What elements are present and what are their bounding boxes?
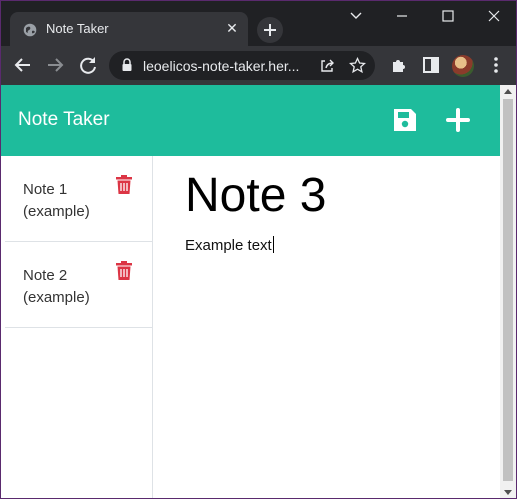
extensions-icon[interactable] [388,54,410,76]
note-title-input[interactable]: Note 3 [185,168,326,223]
notes-list: Note 1 (example) Note 2 (example) [1,156,153,498]
url-text: leoelicos-note-taker.her... [143,58,300,74]
plus-icon [264,24,276,36]
forward-icon[interactable] [44,54,66,76]
note-title: Note 1 (example) [23,181,90,220]
close-icon[interactable]: ✕ [224,20,240,36]
new-tab-button[interactable] [257,17,283,43]
scrollbar[interactable] [500,85,516,498]
new-note-icon[interactable] [445,107,471,133]
browser-window: Note Taker ✕ leoelicos-note-taker.her...… [0,0,517,499]
maximize-button[interactable] [425,1,471,31]
navbar: Note Taker [1,85,500,156]
tab-strip: Note Taker ✕ [1,1,516,46]
note-title: Note 2 (example) [23,267,90,306]
list-item[interactable]: Note 2 (example) [5,242,152,328]
back-icon[interactable] [12,54,34,76]
menu-kebab-icon[interactable] [485,54,507,76]
save-note-icon[interactable] [392,107,418,133]
text-caret [272,236,274,253]
minimize-button[interactable] [379,1,425,31]
browser-tab[interactable]: Note Taker ✕ [10,12,248,46]
note-text-input[interactable]: Example text [185,236,274,254]
minimize-icon [397,15,407,17]
side-panel-icon[interactable] [420,54,442,76]
share-icon[interactable] [319,57,336,74]
maximize-icon [442,10,454,22]
chevron-down-icon [350,12,362,19]
address-bar[interactable]: leoelicos-note-taker.her... [109,51,375,80]
reload-icon[interactable] [77,54,99,76]
avatar[interactable] [452,55,474,77]
globe-icon [23,23,37,37]
browser-toolbar: leoelicos-note-taker.her... [1,46,516,85]
trash-icon[interactable] [116,175,132,194]
window-close-button[interactable] [471,1,516,31]
star-icon[interactable] [349,57,366,74]
trash-icon[interactable] [116,261,132,280]
scroll-up-arrow[interactable] [504,89,512,94]
scroll-down-arrow[interactable] [504,490,512,495]
brand-title[interactable]: Note Taker [18,109,110,131]
page-content: Note Taker Note 1 (example) Note 2 (exam… [1,85,500,498]
scrollbar-thumb[interactable] [503,99,513,481]
tab-search-button[interactable] [333,1,379,31]
list-item[interactable]: Note 1 (example) [5,156,152,242]
lock-icon[interactable] [121,58,133,72]
window-close-icon [488,10,500,22]
note-text: Example text [185,237,272,254]
note-editor: Note 3 Example text [154,156,500,498]
tab-title: Note Taker [46,21,109,36]
